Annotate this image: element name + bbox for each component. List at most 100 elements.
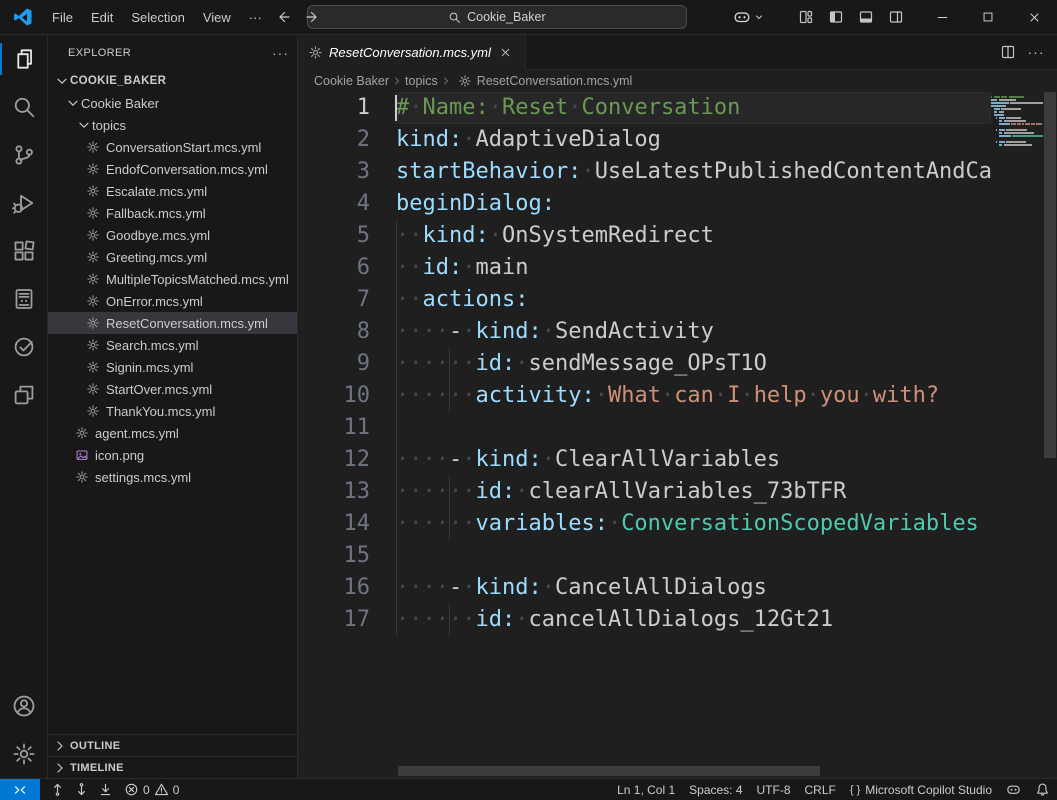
problems-indicator[interactable]: 0 0 (124, 782, 179, 797)
line-content[interactable]: ······variables:·ConversationScopedVaria… (396, 508, 991, 540)
tree-item-endofconversation-mcs-yml[interactable]: EndofConversation.mcs.yml (48, 158, 297, 180)
horizontal-scrollbar-thumb[interactable] (398, 766, 820, 776)
line-content[interactable]: ······activity:·What·can·I·help·you·with… (396, 380, 991, 412)
split-editor-icon[interactable] (997, 41, 1019, 63)
toggle-primary-sidebar-icon[interactable] (823, 4, 849, 30)
minimize-button[interactable] (919, 0, 965, 35)
tree-item-thankyou-mcs-yml[interactable]: ThankYou.mcs.yml (48, 400, 297, 422)
toggle-panel-icon[interactable] (853, 4, 879, 30)
menu-selection[interactable]: Selection (122, 6, 193, 29)
line-content[interactable]: ····-·kind:·CancelAllDialogs (396, 572, 991, 604)
nav-forward-icon[interactable] (301, 5, 325, 29)
close-button[interactable] (1011, 0, 1057, 35)
line-content[interactable]: kind:·AdaptiveDialog (396, 124, 991, 156)
breadcrumb-item[interactable]: ResetConversation.mcs.yml (477, 74, 633, 88)
horizontal-scrollbar[interactable] (390, 766, 991, 776)
tree-item-label: Escalate.mcs.yml (106, 184, 207, 199)
line-content[interactable] (396, 540, 991, 572)
tree-item-signin-mcs-yml[interactable]: Signin.mcs.yml (48, 356, 297, 378)
tree-root[interactable]: COOKIE_BAKER (48, 70, 297, 92)
activity-source-control-icon[interactable] (0, 131, 47, 179)
breadcrumb: Cookie Baker topics ResetConversation.mcs.… (298, 70, 1057, 92)
line-content[interactable]: ··kind:·OnSystemRedirect (396, 220, 991, 252)
line-content[interactable]: ······id:·sendMessage_OPsT1O (396, 348, 991, 380)
tab-resetconversation[interactable]: ResetConversation.mcs.yml (298, 35, 526, 70)
menu-view[interactable]: View (194, 6, 240, 29)
nav-back-icon[interactable] (271, 5, 295, 29)
download-icon[interactable] (94, 781, 116, 799)
tree-item-topics[interactable]: topics (48, 114, 297, 136)
line-content[interactable]: ····-·kind:·SendActivity (396, 316, 991, 348)
line-content[interactable]: ··id:·main (396, 252, 991, 284)
tree-item-icon-png[interactable]: icon.png (48, 444, 297, 466)
activity-test-check-icon[interactable] (0, 323, 47, 371)
breadcrumb-item[interactable]: topics (405, 74, 438, 88)
panel-timeline[interactable]: TIMELINE (48, 756, 297, 778)
remote-indicator[interactable] (0, 779, 40, 800)
line-content[interactable]: beginDialog: (396, 188, 991, 220)
activity-account-icon[interactable] (0, 682, 47, 730)
tree-item-fallback-mcs-yml[interactable]: Fallback.mcs.yml (48, 202, 297, 224)
maximize-button[interactable] (965, 0, 1011, 35)
menu-edit[interactable]: Edit (82, 6, 122, 29)
publish-up-icon[interactable] (46, 781, 68, 799)
tree-item-multipletopicsmatched-mcs-yml[interactable]: MultipleTopicsMatched.mcs.yml (48, 268, 297, 290)
tree-item-conversationstart-mcs-yml[interactable]: ConversationStart.mcs.yml (48, 136, 297, 158)
more-actions-icon[interactable]: ··· (1025, 41, 1047, 63)
code-token: · (515, 351, 528, 376)
tree-item-greeting-mcs-yml[interactable]: Greeting.mcs.yml (48, 246, 297, 268)
status-spaces-4[interactable]: Spaces: 4 (682, 779, 749, 800)
activity-copilot-studio-icon[interactable] (0, 275, 47, 323)
tree-item-settings-mcs-yml[interactable]: settings.mcs.yml (48, 466, 297, 488)
code-area[interactable]: 1#·Name:·Reset·Conversation2kind:·Adapti… (298, 92, 1057, 778)
line-content[interactable]: startBehavior:·UseLatestPublishedContent… (396, 156, 991, 188)
tree-item-startover-mcs-yml[interactable]: StartOver.mcs.yml (48, 378, 297, 400)
status-crlf[interactable]: CRLF (798, 779, 843, 800)
code-token: Name: (423, 95, 489, 120)
panel-outline[interactable]: OUTLINE (48, 734, 297, 756)
code-token: · (462, 127, 475, 152)
status-bell[interactable] (1028, 779, 1057, 800)
status-ln-1-col-1[interactable]: Ln 1, Col 1 (610, 779, 682, 800)
tree-item-goodbye-mcs-yml[interactable]: Goodbye.mcs.yml (48, 224, 297, 246)
status-copilot[interactable] (999, 779, 1028, 800)
code-token: · (515, 607, 528, 632)
copilot-menu-button[interactable] (723, 8, 775, 26)
line-content[interactable]: ····-·kind:·ClearAllVariables (396, 444, 991, 476)
status-microsoft-copilot-studio[interactable]: { }Microsoft Copilot Studio (843, 779, 999, 800)
line-content[interactable]: ··actions: (396, 284, 991, 316)
tree-item-onerror-mcs-yml[interactable]: OnError.mcs.yml (48, 290, 297, 312)
vertical-scrollbar-thumb[interactable] (1044, 92, 1056, 458)
activity-run-debug-icon[interactable] (0, 179, 47, 227)
tree-item-escalate-mcs-yml[interactable]: Escalate.mcs.yml (48, 180, 297, 202)
line-content[interactable]: ······id:·clearAllVariables_73bTFR (396, 476, 991, 508)
command-center-search[interactable]: Cookie_Baker (307, 5, 687, 29)
activity-search-icon[interactable] (0, 83, 47, 131)
main-area: EXPLORER ··· COOKIE_BAKERCookie Bakertop… (0, 35, 1057, 778)
status-utf-8[interactable]: UTF-8 (750, 779, 798, 800)
sidebar-more-actions[interactable]: ··· (272, 45, 289, 61)
customize-layout-icon[interactable] (793, 4, 819, 30)
activity-explorer-icon[interactable] (0, 35, 47, 83)
line-content[interactable]: ······id:·cancelAllDialogs_12Gt21 (396, 604, 991, 636)
line-content[interactable]: #·Name:·Reset·Conversation (396, 92, 991, 124)
activity-window-stack-icon[interactable] (0, 371, 47, 419)
toggle-secondary-sidebar-icon[interactable] (883, 4, 909, 30)
tree-item-search-mcs-yml[interactable]: Search.mcs.yml (48, 334, 297, 356)
menu-overflow[interactable]: ··· (240, 6, 271, 29)
tree-item-resetconversation-mcs-yml[interactable]: ResetConversation.mcs.yml (48, 312, 297, 334)
line-content[interactable] (396, 412, 991, 444)
minimap[interactable] (991, 92, 1043, 764)
tree-item-agent-mcs-yml[interactable]: agent.mcs.yml (48, 422, 297, 444)
pull-down-icon[interactable] (70, 781, 92, 799)
activity-settings-gear-icon[interactable] (0, 730, 47, 778)
menu-file[interactable]: File (43, 6, 82, 29)
breadcrumb-item[interactable]: Cookie Baker (314, 74, 389, 88)
tree-item-label: Goodbye.mcs.yml (106, 228, 210, 243)
tree-item-cookie-baker[interactable]: Cookie Baker (48, 92, 297, 114)
activity-extensions-icon[interactable] (0, 227, 47, 275)
code-token: · (489, 95, 502, 120)
tab-close-icon[interactable] (497, 44, 515, 62)
vertical-scrollbar[interactable] (1043, 92, 1057, 764)
code-line-12: 12····-·kind:·ClearAllVariables (298, 444, 991, 476)
